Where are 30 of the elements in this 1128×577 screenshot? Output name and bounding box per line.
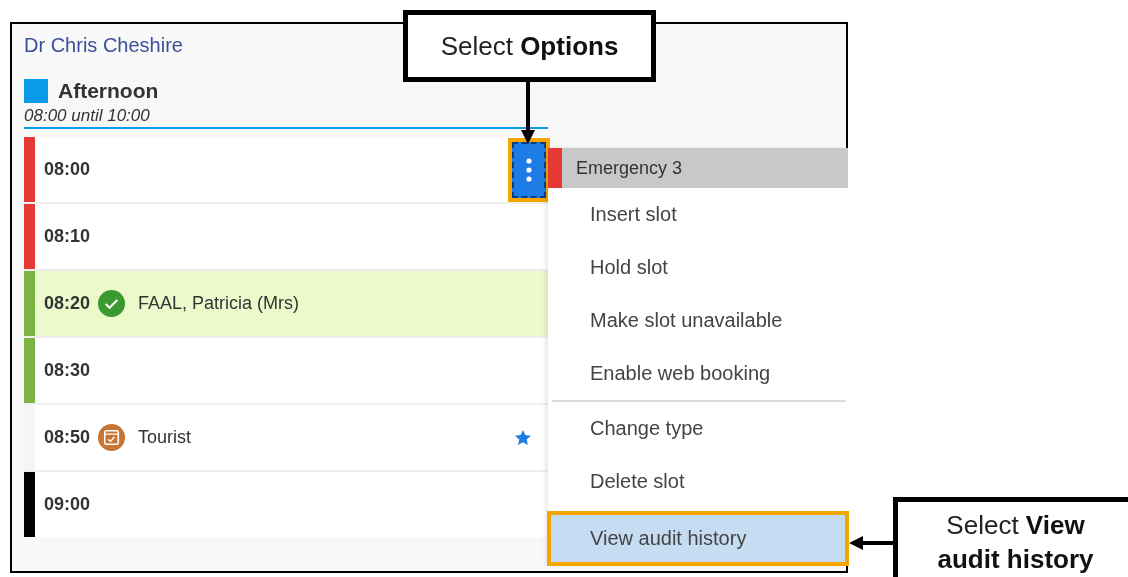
session-name: Afternoon [58,79,159,103]
slot-time: 08:50 [44,427,91,448]
menu-item[interactable]: Enable web booking [548,347,848,400]
menu-item[interactable]: View audit history [548,512,848,565]
callout-text: Select Options [440,30,619,62]
slot-time: 09:00 [44,494,91,515]
clinician-name: Dr Chris Cheshire [24,34,183,57]
slot-time: 08:10 [44,226,91,247]
more-vertical-icon [526,156,532,183]
menu-item[interactable]: Make slot unavailable [548,294,848,347]
slot-row[interactable]: 08:00 [24,137,550,202]
session-hours: 08:00 until 10:00 [24,106,548,129]
slot-row[interactable]: 09:00 [24,472,550,537]
check-circle-icon [97,289,127,318]
callout-text: Select View audit history [936,509,1095,576]
slot-time: 08:00 [44,159,91,180]
menu-item[interactable]: Change type [548,402,848,455]
slot-row[interactable]: 08:10 [24,204,550,269]
slot-row[interactable]: 08:30 [24,338,550,403]
menu-title: Emergency 3 [576,157,683,179]
patient-name: FAAL, Patricia (Mrs) [138,293,300,314]
slot-row[interactable]: 08:20 FAAL, Patricia (Mrs) [24,271,550,336]
slot-row[interactable]: 08:50 Tourist [24,405,550,470]
slot-time: 08:20 [44,293,91,314]
slot-time: 08:30 [44,360,91,381]
menu-item[interactable]: Insert slot [548,188,848,241]
menu-item[interactable]: Delete slot [548,455,848,508]
menu-item[interactable]: Hold slot [548,241,848,294]
patient-name: Tourist [138,427,192,448]
calendar-check-icon [97,423,127,452]
